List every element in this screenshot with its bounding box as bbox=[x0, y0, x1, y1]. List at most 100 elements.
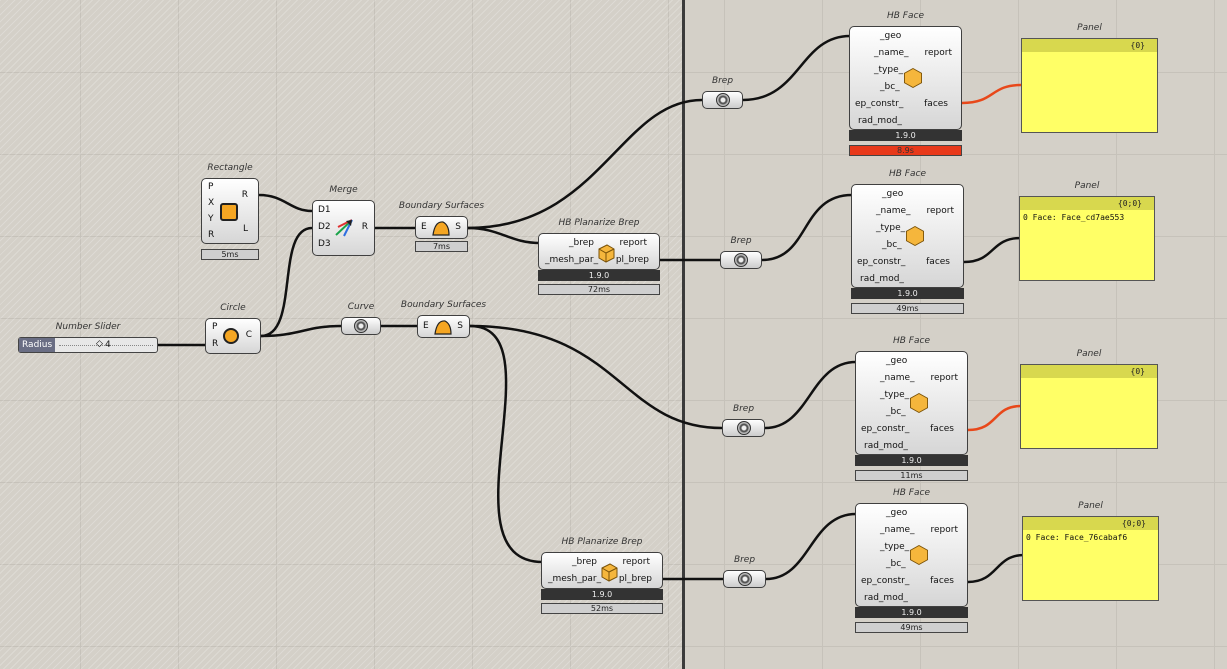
slider-knob-icon[interactable]: ◇ bbox=[96, 339, 103, 349]
panel-body[interactable]: {0} bbox=[1020, 364, 1158, 449]
output-port-label[interactable]: pl_brep bbox=[616, 255, 649, 265]
input-port-label[interactable]: _type_ bbox=[880, 390, 909, 400]
param-brep-3[interactable]: Brep bbox=[722, 404, 765, 437]
output-port-label[interactable]: report bbox=[931, 373, 959, 383]
component-hb-planarize-brep-2[interactable]: HB Planarize Brep _brep _mesh_par_ repor… bbox=[541, 537, 663, 616]
param-body[interactable] bbox=[341, 317, 381, 335]
output-port-label[interactable]: faces bbox=[924, 99, 948, 109]
input-port-label[interactable]: rad_mod_ bbox=[864, 593, 908, 603]
param-body[interactable] bbox=[702, 91, 743, 109]
component-body[interactable]: _geo _name_ _type_ _bc_ ep_constr_ rad_m… bbox=[855, 351, 968, 455]
input-port-label[interactable]: Y bbox=[208, 214, 214, 224]
output-port-label[interactable]: faces bbox=[926, 257, 950, 267]
input-port-label[interactable]: ep_constr_ bbox=[855, 99, 903, 109]
input-port-label[interactable]: _geo bbox=[882, 189, 903, 199]
input-port-label[interactable]: _type_ bbox=[876, 223, 905, 233]
component-boundary-surfaces-1[interactable]: Boundary Surfaces E S 7ms bbox=[399, 201, 484, 252]
input-port-label[interactable]: _bc_ bbox=[886, 559, 906, 569]
input-port-label[interactable]: _geo bbox=[886, 508, 907, 518]
param-brep-4[interactable]: Brep bbox=[723, 555, 766, 588]
input-port-label[interactable]: _mesh_par_ bbox=[545, 255, 598, 265]
component-merge[interactable]: Merge D1 D2 D3 R bbox=[312, 185, 375, 256]
input-port-label[interactable]: _bc_ bbox=[880, 82, 900, 92]
param-body[interactable] bbox=[720, 251, 762, 269]
input-port-label[interactable]: _brep bbox=[569, 238, 594, 248]
input-port-label[interactable]: R bbox=[208, 230, 214, 240]
component-rectangle[interactable]: Rectangle P X Y R R L 5ms bbox=[201, 163, 259, 262]
input-port-label[interactable]: E bbox=[421, 222, 427, 232]
input-port-label[interactable]: _name_ bbox=[876, 206, 911, 216]
panel-2[interactable]: Panel {0;0} 0 Face: Face_cd7ae553 bbox=[1019, 181, 1155, 281]
output-port-label[interactable]: L bbox=[243, 224, 248, 234]
input-port-label[interactable]: D3 bbox=[318, 239, 331, 249]
param-brep-1[interactable]: Brep bbox=[702, 76, 743, 109]
output-port-label[interactable]: report bbox=[925, 48, 953, 58]
component-hb-face-3[interactable]: HB Face _geo _name_ _type_ _bc_ ep_const… bbox=[855, 336, 968, 483]
output-port-label[interactable]: report bbox=[623, 557, 651, 567]
input-port-label[interactable]: _bc_ bbox=[882, 240, 902, 250]
output-port-label[interactable]: report bbox=[620, 238, 648, 248]
input-port-label[interactable]: _name_ bbox=[880, 373, 915, 383]
input-port-label[interactable]: _geo bbox=[886, 356, 907, 366]
component-boundary-surfaces-2[interactable]: Boundary Surfaces E S bbox=[401, 300, 486, 339]
input-port-label[interactable]: D1 bbox=[318, 205, 331, 215]
component-hb-face-2[interactable]: HB Face _geo _name_ _type_ _bc_ ep_const… bbox=[851, 169, 964, 316]
grasshopper-canvas[interactable]: Number Slider Radius ◇ 4 Rectangle P X Y… bbox=[0, 0, 1227, 669]
panel-body[interactable]: {0} bbox=[1021, 38, 1158, 133]
input-port-label[interactable]: ep_constr_ bbox=[861, 424, 909, 434]
component-body[interactable]: _geo _name_ _type_ _bc_ ep_constr_ rad_m… bbox=[855, 503, 968, 607]
component-body[interactable]: E S bbox=[415, 216, 468, 239]
component-body[interactable]: _brep _mesh_par_ report pl_brep bbox=[538, 233, 660, 270]
component-circle[interactable]: Circle P R C bbox=[205, 303, 261, 354]
number-slider[interactable]: Number Slider Radius ◇ 4 bbox=[18, 322, 158, 353]
component-hb-planarize-brep-1[interactable]: HB Planarize Brep _brep _mesh_par_ repor… bbox=[538, 218, 660, 297]
output-port-label[interactable]: S bbox=[457, 321, 463, 331]
input-port-label[interactable]: _name_ bbox=[874, 48, 909, 58]
input-port-label[interactable]: ep_constr_ bbox=[857, 257, 905, 267]
component-hb-face-1[interactable]: HB Face _geo _name_ _type_ _bc_ ep_const… bbox=[849, 11, 962, 158]
input-port-label[interactable]: D2 bbox=[318, 222, 331, 232]
input-port-label[interactable]: R bbox=[212, 339, 218, 349]
input-port-label[interactable]: _type_ bbox=[874, 65, 903, 75]
output-port-label[interactable]: report bbox=[927, 206, 955, 216]
output-port-label[interactable]: R bbox=[242, 190, 248, 200]
input-port-label[interactable]: ep_constr_ bbox=[861, 576, 909, 586]
output-port-label[interactable]: S bbox=[455, 222, 461, 232]
output-port-label[interactable]: faces bbox=[930, 424, 954, 434]
panel-body[interactable]: {0;0} 0 Face: Face_76cabaf6 bbox=[1022, 516, 1159, 601]
component-body[interactable]: E S bbox=[417, 315, 470, 338]
input-port-label[interactable]: rad_mod_ bbox=[864, 441, 908, 451]
input-port-label[interactable]: rad_mod_ bbox=[858, 116, 902, 126]
input-port-label[interactable]: E bbox=[423, 321, 429, 331]
component-body[interactable]: P X Y R R L bbox=[201, 178, 259, 244]
input-port-label[interactable]: _geo bbox=[880, 31, 901, 41]
output-port-label[interactable]: faces bbox=[930, 576, 954, 586]
input-port-label[interactable]: _bc_ bbox=[886, 407, 906, 417]
output-port-label[interactable]: R bbox=[362, 222, 368, 232]
panel-4[interactable]: Panel {0;0} 0 Face: Face_76cabaf6 bbox=[1022, 501, 1159, 601]
component-body[interactable]: D1 D2 D3 R bbox=[312, 200, 375, 256]
output-port-label[interactable]: pl_brep bbox=[619, 574, 652, 584]
input-port-label[interactable]: _mesh_par_ bbox=[548, 574, 601, 584]
output-port-label[interactable]: C bbox=[246, 330, 252, 340]
component-body[interactable]: P R C bbox=[205, 318, 261, 354]
component-hb-face-4[interactable]: HB Face _geo _name_ _type_ _bc_ ep_const… bbox=[855, 488, 968, 635]
input-port-label[interactable]: _brep bbox=[572, 557, 597, 567]
param-body[interactable] bbox=[722, 419, 765, 437]
component-body[interactable]: _geo _name_ _type_ _bc_ ep_constr_ rad_m… bbox=[851, 184, 964, 288]
output-port-label[interactable]: report bbox=[931, 525, 959, 535]
input-port-label[interactable]: rad_mod_ bbox=[860, 274, 904, 284]
input-port-label[interactable]: _name_ bbox=[880, 525, 915, 535]
param-curve[interactable]: Curve bbox=[341, 302, 381, 335]
panel-1[interactable]: Panel {0} bbox=[1021, 23, 1158, 133]
input-port-label[interactable]: _type_ bbox=[880, 542, 909, 552]
slider-body[interactable]: Radius ◇ 4 bbox=[18, 337, 158, 353]
panel-body[interactable]: {0;0} 0 Face: Face_cd7ae553 bbox=[1019, 196, 1155, 281]
component-body[interactable]: _geo _name_ _type_ _bc_ ep_constr_ rad_m… bbox=[849, 26, 962, 130]
param-brep-2[interactable]: Brep bbox=[720, 236, 762, 269]
input-port-label[interactable]: P bbox=[212, 322, 217, 332]
input-port-label[interactable]: X bbox=[208, 198, 214, 208]
component-body[interactable]: _brep _mesh_par_ report pl_brep bbox=[541, 552, 663, 589]
panel-3[interactable]: Panel {0} bbox=[1020, 349, 1158, 449]
input-port-label[interactable]: P bbox=[208, 182, 213, 192]
